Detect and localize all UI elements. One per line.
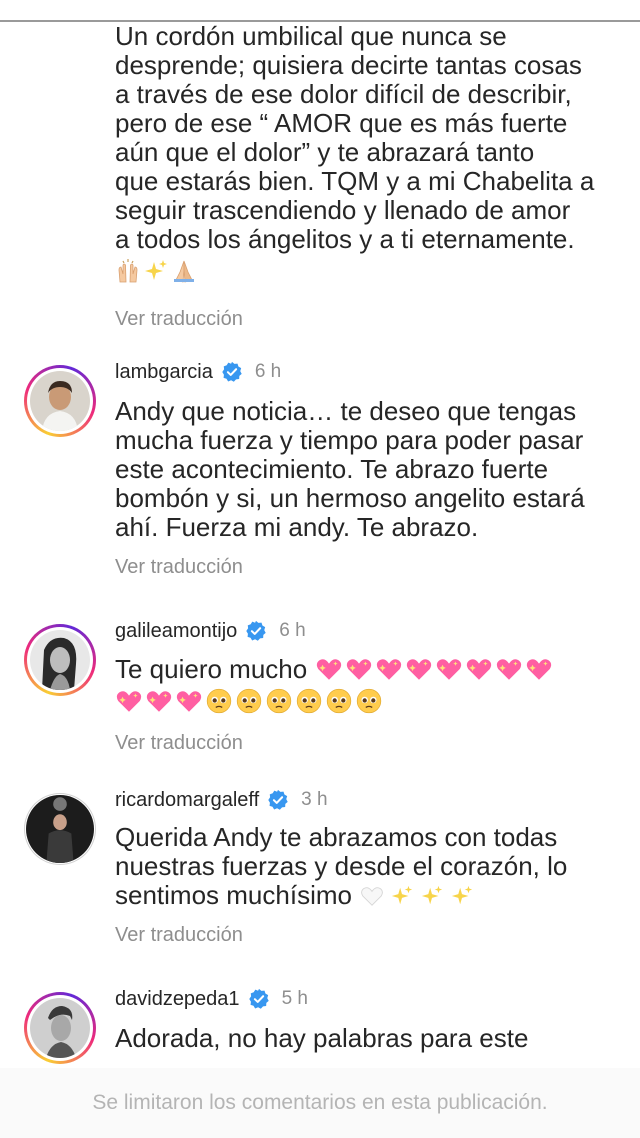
comment-text: Te quiero mucho [115, 654, 620, 684]
sparkles-icon [145, 260, 167, 280]
see-translation-link[interactable]: Ver traducción [115, 308, 243, 331]
avatar[interactable] [24, 992, 96, 1064]
see-translation-link[interactable]: Ver traducción [115, 556, 620, 579]
comment-text: Un cordón umbilical que nunca se despren… [115, 22, 625, 254]
profile-photo [30, 998, 90, 1058]
timestamp: 6 h [279, 620, 306, 641]
comments-limited-text: Se limitaron los comentarios en esta pub… [92, 1091, 548, 1114]
comment-text: Querida Andy te abrazamos con todas nues… [115, 823, 620, 910]
comment-body: Te quiero mucho Ver traducción [115, 654, 620, 755]
comment-line: pero de ese “ AMOR que es más fuerte [115, 108, 568, 138]
timestamp: 6 h [254, 361, 282, 382]
sparkling-heart-icon [176, 691, 202, 712]
comment-line: bombón y si, un hermoso angelito estará [115, 483, 585, 513]
timestamp: 3 h [301, 789, 328, 810]
sparkling-heart-icon [527, 659, 552, 680]
sparkles-icon [451, 885, 473, 904]
username[interactable]: davidzepeda1 [115, 988, 240, 1011]
comment-text: Adorada, no hay palabras para este [115, 1024, 620, 1053]
comment-header: ricardomargaleff 3 h [115, 787, 328, 813]
white-heart-icon [361, 886, 383, 906]
pleading-face-icon [266, 688, 292, 714]
comment-header: lambgarcia 6 h [115, 359, 281, 385]
comment-body: Andy que noticia… te deseo que tengas mu… [115, 397, 620, 579]
comment-item: davidzepeda1 5 h Adorada, no hay palabra… [0, 984, 640, 1068]
top-divider [0, 0, 640, 22]
comment-line: nuestras fuerzas y desde el corazón, lo [115, 851, 568, 881]
sparkling-heart-icon [116, 691, 142, 712]
comment-line: Querida Andy te abrazamos con todas [115, 822, 558, 852]
verified-badge-icon [246, 620, 267, 641]
comment-line: Un cordón umbilical que nunca se [115, 21, 507, 51]
comment-body: Adorada, no hay palabras para este [115, 1024, 620, 1053]
avatar[interactable] [24, 365, 96, 437]
avatar[interactable] [24, 793, 96, 865]
comments-limited-banner: Se limitaron los comentarios en esta pub… [0, 1068, 640, 1138]
emoji-row [115, 256, 625, 286]
profile-photo [30, 371, 90, 431]
sparkling-heart-icon [377, 659, 402, 680]
comment-line: Andy que noticia… te deseo que tengas [115, 396, 577, 426]
comment-line: mucha fuerza y tiempo para poder pasar [115, 425, 584, 455]
comment-line: seguir trascendiendo y llenado de amor [115, 195, 571, 225]
comment-line: este acontecimiento. Te abrazo fuerte [115, 454, 549, 484]
sparkles-icon [421, 885, 443, 904]
comment-line: aún que el dolor” y te abrazará tanto [115, 137, 535, 167]
timestamp: 5 h [281, 988, 308, 1009]
sparkling-heart-icon [146, 691, 172, 712]
comment-line: Te quiero mucho [115, 653, 308, 684]
profile-photo [30, 630, 90, 690]
comment-line: que estarás bien. TQM y a mi Chabelita a [115, 166, 595, 196]
comment-text: Andy que noticia… te deseo que tengas mu… [115, 397, 620, 542]
comment-header: galileamontijo 6 h [115, 618, 306, 644]
emoji-row [115, 686, 620, 716]
verified-badge-icon [248, 988, 269, 1009]
comment-line: Adorada, no hay palabras para este [115, 1023, 529, 1053]
username[interactable]: ricardomargaleff [115, 789, 259, 812]
pleading-face-icon [206, 688, 232, 714]
see-translation-link[interactable]: Ver traducción [115, 924, 620, 947]
comment-body: Querida Andy te abrazamos con todas nues… [115, 823, 620, 947]
avatar[interactable] [24, 624, 96, 696]
verified-badge-icon [268, 789, 288, 810]
comment-continued: Un cordón umbilical que nunca se despren… [115, 22, 625, 331]
comment-header: davidzepeda1 5 h [115, 986, 308, 1012]
sparkling-heart-icon [407, 659, 432, 680]
pleading-face-icon [326, 688, 352, 714]
comment-line: a todos los ángelitos y a ti eternamente… [115, 224, 575, 254]
verified-badge-icon [222, 361, 242, 382]
sparkling-heart-icon [347, 659, 372, 680]
comment-line: desprende; quisiera decirte tantas cosas [115, 50, 582, 80]
raising-hands-icon [118, 259, 138, 283]
emoji-row [315, 655, 553, 683]
username[interactable]: lambgarcia [115, 361, 213, 384]
profile-photo [26, 795, 94, 863]
see-translation-link[interactable]: Ver traducción [115, 732, 620, 755]
pleading-face-icon [236, 688, 262, 714]
sparkling-heart-icon [437, 659, 462, 680]
username[interactable]: galileamontijo [115, 620, 237, 643]
emoji-row [360, 884, 474, 908]
pleading-face-icon [296, 688, 322, 714]
sparkling-heart-icon [497, 659, 522, 680]
sparkles-icon [391, 885, 413, 904]
comment-line: ahí. Fuerza mi andy. Te abrazo. [115, 512, 479, 542]
comment-line: sentimos muchísimo [115, 880, 352, 910]
pleading-face-icon [356, 688, 382, 714]
folded-hands-icon [174, 260, 194, 283]
comment-line: a través de ese dolor difícil de describ… [115, 79, 572, 109]
sparkling-heart-icon [317, 659, 342, 680]
sparkling-heart-icon [467, 659, 492, 680]
